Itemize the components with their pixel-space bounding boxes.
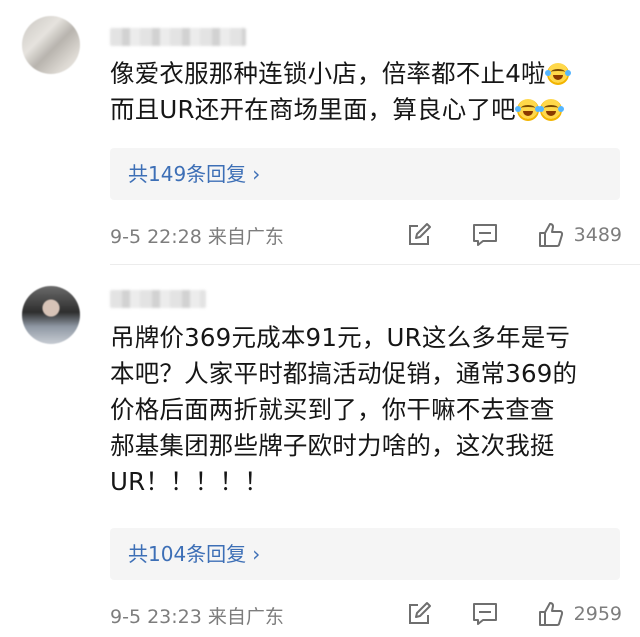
comment-icon[interactable] (470, 220, 500, 250)
comment-item: 像爱衣服那种连锁小店，倍率都不止4啦 而且UR还开在商场里面，算良心了吧 共14… (0, 0, 640, 265)
comment-actions: 3489 (404, 220, 622, 250)
view-replies-link[interactable]: 共149条回复 › (128, 161, 260, 187)
comment-meta: 9-5 23:23 来自广东 (110, 602, 284, 629)
username-blurred[interactable] (110, 28, 246, 46)
comment-line: 郝基集团那些牌子欧时力啥的，这次我挺 (110, 431, 555, 460)
replies-box: 共104条回复 › (110, 528, 620, 580)
comment-line: 本吧？人家平时都搞活动促销，通常369的 (110, 359, 578, 388)
divider (110, 264, 640, 265)
comment-line: 而且UR还开在商场里面，算良心了吧 (110, 92, 622, 128)
comment-location: 来自广东 (207, 226, 284, 248)
comment-text: 像爱衣服那种连锁小店，倍率都不止4啦 而且UR还开在商场里面，算良心了吧 (110, 56, 622, 128)
thumbs-up-icon[interactable] (536, 599, 566, 629)
username-blurred[interactable] (110, 290, 206, 308)
share-edit-icon[interactable] (404, 599, 434, 629)
thumbs-up-icon[interactable] (536, 220, 566, 250)
comment-item: 吊牌价369元成本91元，UR这么多年是亏 本吧？人家平时都搞活动促销，通常36… (0, 266, 640, 637)
comment-line: 吊牌价369元成本91元，UR这么多年是亏 (110, 323, 571, 352)
comment-line: 像爱衣服那种连锁小店，倍率都不止4啦 (110, 56, 622, 92)
comment-line: UR！！！！！ (110, 467, 269, 496)
comment-text: 吊牌价369元成本91元，UR这么多年是亏 本吧？人家平时都搞活动促销，通常36… (110, 320, 622, 500)
view-replies-link[interactable]: 共104条回复 › (128, 541, 260, 567)
like-count: 2959 (573, 603, 622, 625)
replies-box: 共149条回复 › (110, 148, 620, 200)
comment-location: 来自广东 (207, 606, 284, 628)
chevron-right-icon: › (252, 542, 261, 566)
avatar[interactable] (22, 16, 80, 74)
comment-meta: 9-5 22:28 来自广东 (110, 222, 284, 249)
comment-time: 9-5 23:23 (110, 606, 202, 628)
comment-line: 价格后面两折就买到了，你干嘛不去查查 (110, 395, 555, 424)
laugh-cry-emoji-icon (544, 63, 571, 85)
share-edit-icon[interactable] (404, 220, 434, 250)
avatar[interactable] (22, 286, 80, 344)
comment-time: 9-5 22:28 (110, 226, 202, 248)
chevron-right-icon: › (252, 162, 261, 186)
laugh-cry-emoji-icon (537, 99, 564, 121)
laugh-cry-emoji-icon (514, 99, 541, 121)
comment-actions: 2959 (404, 599, 622, 629)
comment-icon[interactable] (470, 599, 500, 629)
like-count: 3489 (573, 224, 622, 246)
